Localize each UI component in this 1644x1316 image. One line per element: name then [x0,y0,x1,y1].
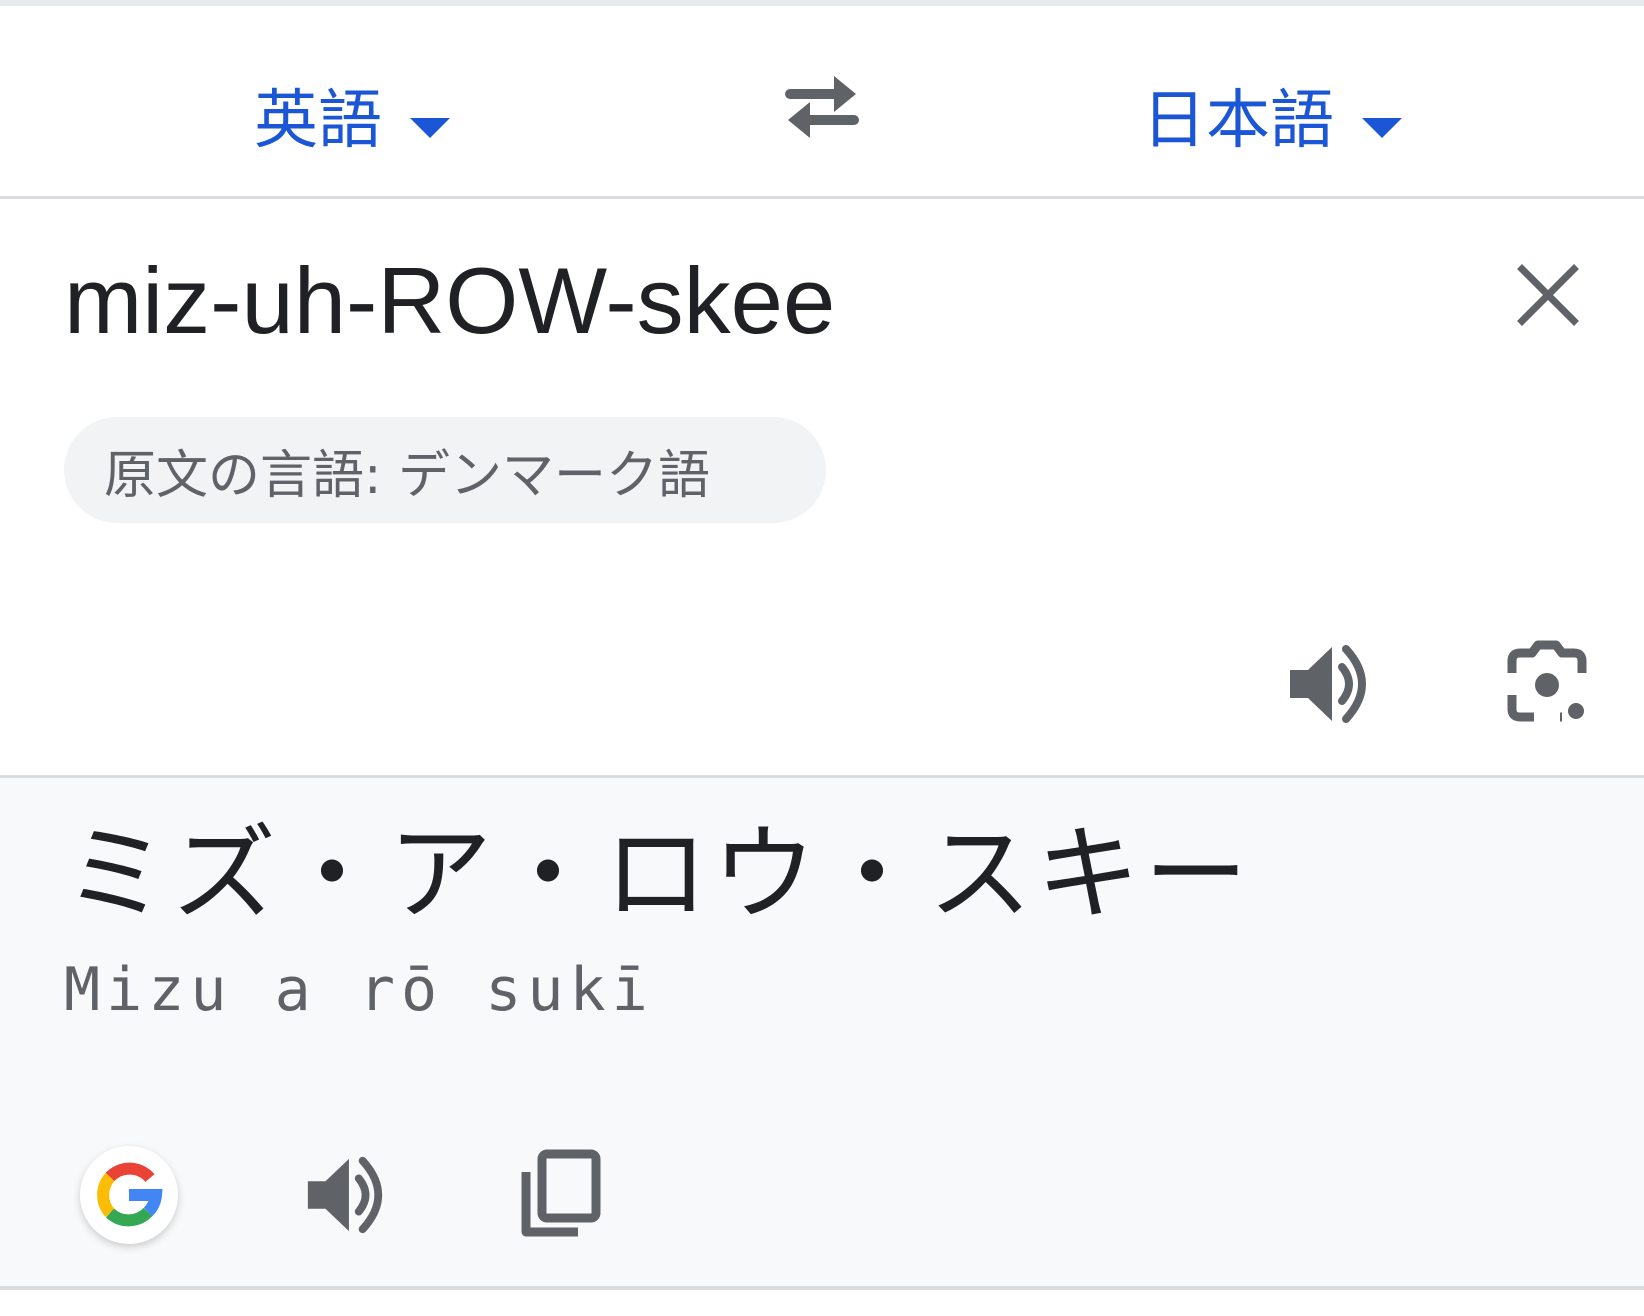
detected-language-label: 原文の言語: デンマーク語 [104,445,711,506]
language-bar: 英語 日本語 [0,6,1644,196]
target-language-label: 日本語 [1142,84,1334,158]
speaker-icon [307,1156,383,1234]
romanization-text: Mizu a rō sukī [64,955,654,1025]
translation-listen-button[interactable] [302,1151,390,1239]
detected-language-chip[interactable]: 原文の言語: デンマーク語 [64,417,826,523]
source-language-label: 英語 [254,84,382,158]
source-panel: miz-uh-ROW-skee 原文の言語: デンマーク語 [0,199,1644,775]
close-icon [1517,264,1579,326]
bottom-spacer [0,1290,1644,1316]
camera-lens-icon [1507,640,1587,722]
google-g-icon [97,1162,163,1227]
source-listen-button[interactable] [1284,639,1374,729]
copy-icon [521,1149,601,1237]
chevron-down-icon [410,118,450,138]
google-search-button[interactable] [80,1146,178,1244]
swap-languages-button[interactable] [780,72,864,142]
swap-arrows-icon [785,76,859,138]
target-language-selector[interactable]: 日本語 [1142,76,1402,166]
speaker-icon [1290,645,1366,723]
camera-translate-button[interactable] [1502,639,1592,729]
source-language-selector[interactable]: 英語 [254,76,450,166]
clear-input-button[interactable] [1516,263,1580,327]
translation-text: ミズ・ア・ロウ・スキー [64,813,1253,935]
translation-panel: ミズ・ア・ロウ・スキー Mizu a rō sukī [0,778,1644,1286]
copy-translation-button[interactable] [516,1148,608,1240]
chevron-down-icon [1362,118,1402,138]
source-text-input[interactable]: miz-uh-ROW-skee [64,254,835,348]
